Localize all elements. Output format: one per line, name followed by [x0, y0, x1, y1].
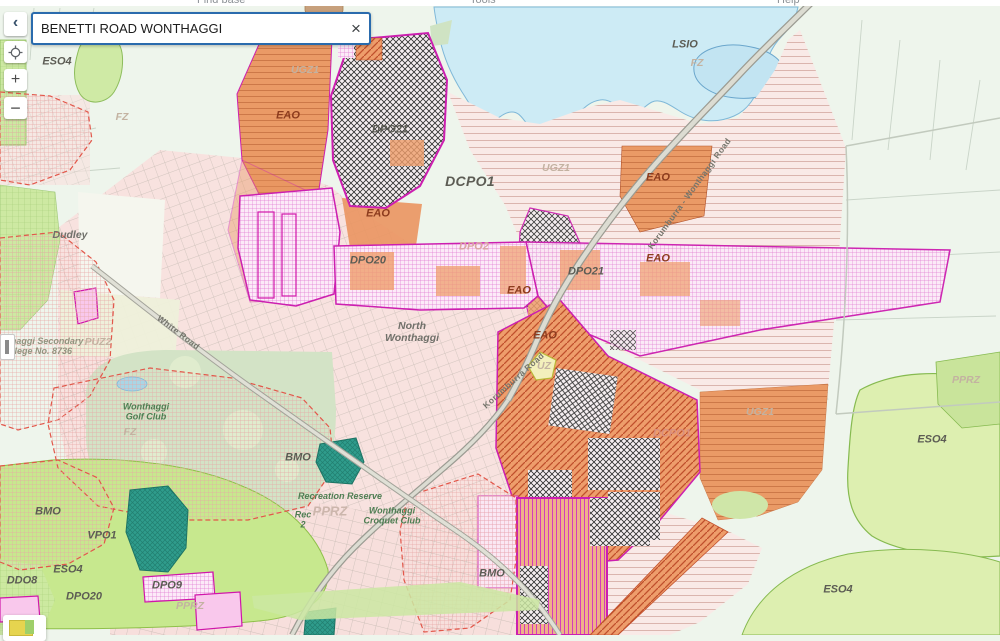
- minus-icon: −: [10, 98, 21, 119]
- search-input[interactable]: [33, 21, 343, 36]
- search-box[interactable]: ×: [31, 12, 371, 45]
- basemap-toggle[interactable]: [3, 615, 46, 641]
- menu-item-fragment[interactable]: Help: [777, 0, 800, 6]
- zoom-out-button[interactable]: −: [4, 97, 27, 119]
- map-artwork: [0, 0, 1000, 635]
- map-canvas[interactable]: ESO4FZLSIOFZUGZ1EAODPO21DCPO1UGZ1EAODudl…: [0, 0, 1000, 635]
- zoom-in-button[interactable]: +: [4, 69, 27, 91]
- chevron-left-icon: ‹: [13, 14, 18, 32]
- back-button[interactable]: ‹: [4, 12, 27, 36]
- menu-item-fragment[interactable]: Find base: [197, 0, 245, 6]
- plus-icon: +: [11, 71, 20, 89]
- basemap-thumbnail-green: [25, 620, 34, 634]
- crosshair-icon: [8, 45, 23, 60]
- locate-button[interactable]: [4, 41, 27, 63]
- menu-item-fragment[interactable]: Tools: [470, 0, 496, 6]
- close-icon[interactable]: ×: [343, 14, 369, 43]
- docked-control[interactable]: [0, 334, 15, 360]
- map-app: { "header": { "menu_fragments": [ {"labe…: [0, 0, 1000, 635]
- top-menu-strip: Find base Tools Help: [0, 0, 1000, 6]
